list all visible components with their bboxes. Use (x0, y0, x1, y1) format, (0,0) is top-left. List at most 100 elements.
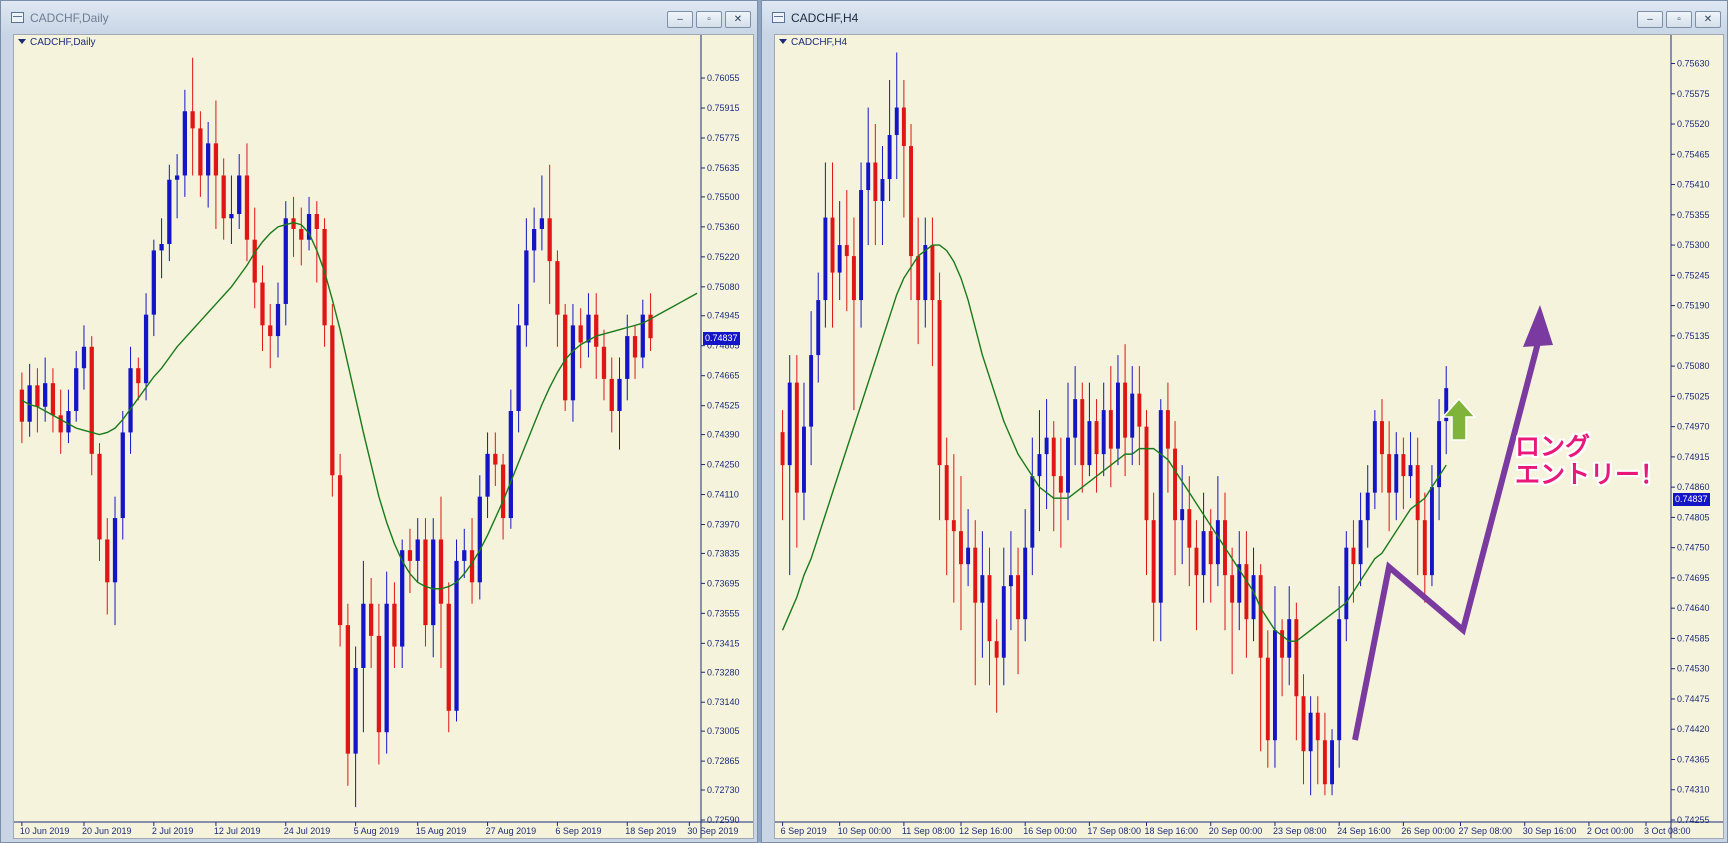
candle-body (866, 162, 871, 191)
candle-body (959, 531, 963, 565)
y-tick-label: 0.74970 (1677, 422, 1710, 432)
candle-body (973, 547, 978, 603)
candle-body (1137, 393, 1142, 427)
candle-body (89, 346, 94, 454)
candle-body (1415, 465, 1420, 521)
candle-body (167, 179, 172, 244)
candle-body (1358, 520, 1363, 565)
candle-body (987, 575, 992, 642)
candle-body (477, 496, 482, 583)
candle-body (578, 325, 583, 343)
y-tick-label: 0.75635 (707, 163, 740, 173)
candle-body (524, 250, 529, 326)
candle-body (1115, 382, 1120, 449)
candle-body (1265, 657, 1270, 741)
y-tick-label: 0.74365 (1677, 754, 1710, 764)
candle-body (299, 229, 304, 240)
candle-body (1030, 476, 1035, 548)
chart-area[interactable]: 0.76055 0.75915 0.75775 0.75635 0.75500 0.753… (13, 34, 754, 839)
candle-body (594, 314, 599, 347)
candle-body (1330, 740, 1335, 785)
close-button[interactable]: ✕ (725, 11, 751, 28)
y-tick-label: 0.74250 (707, 460, 740, 470)
candle-body (1308, 712, 1313, 752)
candle-body (516, 325, 521, 412)
y-tick-label: 0.74310 (1677, 785, 1710, 795)
candle-body (1051, 437, 1056, 477)
y-tick-label: 0.76055 (707, 73, 740, 83)
candle-body (50, 383, 56, 416)
symbol-label[interactable]: CADCHF,H4 (779, 37, 847, 48)
candle-body (1087, 421, 1092, 466)
candle-body (1337, 619, 1342, 741)
candle-body (625, 336, 630, 379)
title-bar[interactable]: CADCHF,Daily – ▫ ✕ (1, 1, 757, 35)
y-tick-label: 0.74750 (1677, 543, 1710, 553)
candle-body (1108, 410, 1113, 449)
chart-area[interactable]: 0.75630 0.75575 0.75520 0.75465 0.75410 0.753… (774, 34, 1724, 839)
candle-body (35, 385, 40, 407)
dropdown-triangle-icon (779, 39, 787, 44)
y-tick-label: 0.75025 (1677, 391, 1710, 401)
y-tick-label: 0.75300 (1677, 240, 1710, 250)
candle-body (392, 603, 397, 647)
daily-candlestick-chart[interactable]: 0.76055 0.75915 0.75775 0.75635 0.75500 0.753… (14, 35, 753, 838)
candle-body (462, 550, 467, 561)
candle-body (221, 175, 226, 219)
candle-body (1258, 575, 1263, 658)
candle-body (901, 107, 906, 147)
candle-body (493, 453, 498, 465)
y-tick-label: 0.75775 (707, 133, 740, 143)
candle-body (1058, 476, 1063, 493)
x-tick-label: 6 Sep 2019 (555, 826, 601, 836)
x-tick-label: 23 Sep 08:00 (1273, 826, 1327, 836)
candle-body (930, 245, 935, 301)
candle-body (894, 107, 899, 136)
minimize-button[interactable]: – (667, 11, 693, 28)
candle-body (407, 550, 413, 561)
candle-body (916, 256, 921, 301)
candle-body (1272, 630, 1277, 741)
current-price-tag: 0.74837 (1673, 492, 1710, 506)
y-tick-label: 0.75080 (1677, 361, 1710, 371)
x-tick-label: 27 Aug 2019 (486, 826, 537, 836)
y-tick-label: 0.74945 (707, 311, 740, 321)
title-bar[interactable]: CADCHF,H4 – ▫ ✕ (762, 1, 1727, 35)
restore-button[interactable]: ▫ (696, 11, 722, 28)
y-tick-label: 0.73695 (707, 578, 740, 588)
chart-window-daily[interactable]: CADCHF,Daily – ▫ ✕ 0.76055 0.75915 0.75775… (0, 0, 758, 843)
candle-body (1372, 421, 1377, 493)
minimize-button[interactable]: – (1637, 11, 1663, 28)
y-tick-label: 0.75355 (1677, 210, 1710, 220)
x-tick-label: 20 Sep 00:00 (1209, 826, 1263, 836)
x-tick-label: 10 Sep 00:00 (838, 826, 892, 836)
candle-body (431, 539, 436, 626)
symbol-label[interactable]: CADCHF,Daily (18, 37, 96, 48)
candle-body (1123, 382, 1128, 438)
candle-body (500, 464, 506, 519)
candle-body (1101, 410, 1106, 455)
close-button[interactable]: ✕ (1695, 11, 1721, 28)
candle-body (547, 218, 552, 262)
candle-body (58, 415, 63, 433)
candle-body (844, 245, 849, 257)
restore-button[interactable]: ▫ (1666, 11, 1692, 28)
y-tick-label: 0.75575 (1677, 89, 1710, 99)
chart-window-h4[interactable]: CADCHF,H4 – ▫ ✕ 0.75630 0.75575 0.75520 0.7… (761, 0, 1728, 843)
candle-body (880, 179, 885, 202)
candle-body (1387, 454, 1392, 493)
x-tick-label: 2 Jul 2019 (152, 826, 194, 836)
y-tick-label: 0.74860 (1677, 482, 1710, 492)
candle-body (43, 383, 48, 407)
candle-body (136, 368, 141, 384)
candle-body (640, 314, 645, 358)
candle-body (1294, 619, 1299, 697)
candle-body (485, 453, 490, 497)
candle-body (1008, 575, 1013, 587)
candle-body (1151, 520, 1156, 603)
candle-body (1016, 575, 1021, 620)
annotation-text: ロング エントリー！ (1515, 433, 1666, 489)
y-tick-label: 0.74390 (707, 430, 740, 440)
candle-body (1365, 492, 1370, 521)
candle-body (345, 625, 350, 754)
